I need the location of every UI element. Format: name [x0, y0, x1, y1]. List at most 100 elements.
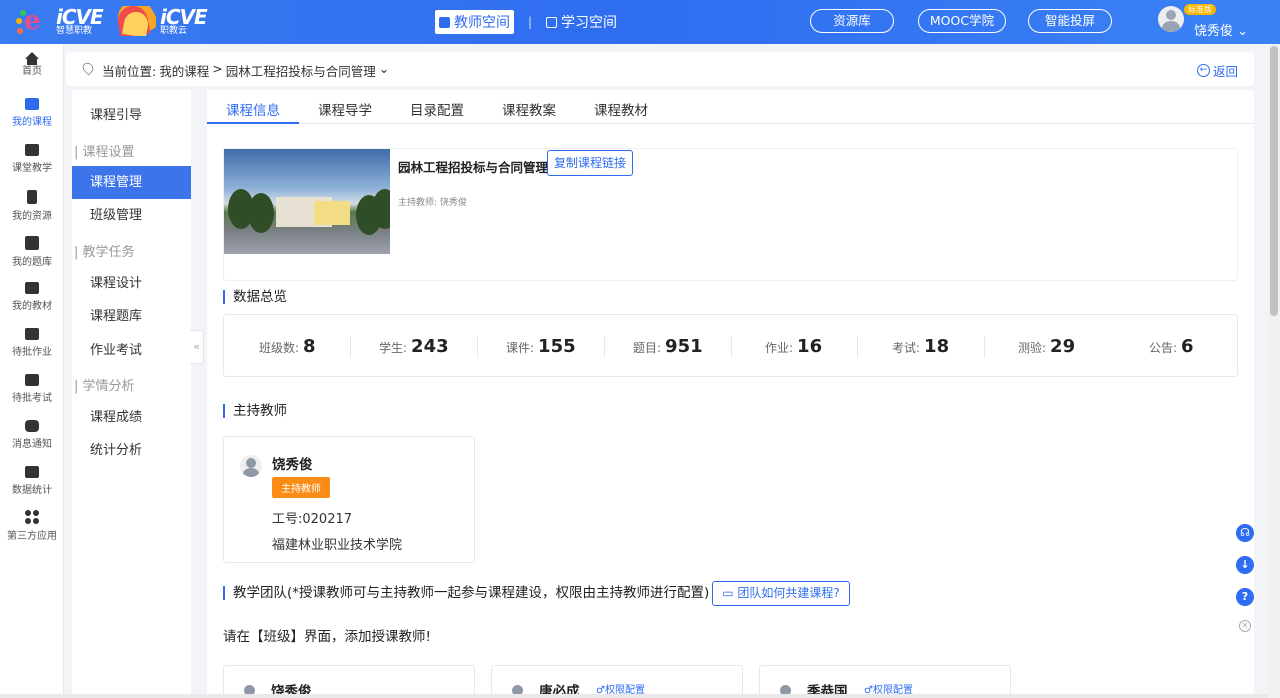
study-space-label: 学习空间 — [561, 15, 618, 31]
stat-quizzes: 测验: 29 — [1018, 336, 1075, 357]
stat-coursewares: 课件: 155 — [506, 336, 576, 357]
stat-exams-value: 18 — [924, 336, 950, 357]
tab-bar: 课程信息 课程导学 目录配置 课程教案 课程教材 — [207, 90, 1254, 124]
menu-class-manage[interactable]: 班级管理 — [72, 199, 191, 232]
study-space-icon — [546, 16, 558, 28]
fan-logo-mark — [116, 6, 156, 36]
stat-students-value: 243 — [411, 336, 449, 357]
apps-icon — [25, 510, 39, 524]
tab-textbooks[interactable]: 课程教材 — [594, 99, 648, 119]
close-icon[interactable]: ✕ — [1239, 620, 1251, 632]
chevron-down-icon[interactable]: ⌄ — [379, 61, 389, 80]
stat-exams: 考试: 18 — [892, 336, 949, 357]
menu-group-analysis-label: 学情分析 — [82, 379, 135, 394]
menu-grades[interactable]: 课程成绩 — [72, 401, 191, 434]
mooc-button[interactable]: MOOC学院 — [918, 9, 1006, 33]
nav-home-label: 首页 — [22, 66, 42, 77]
overview-title: 数据总览 — [223, 290, 287, 304]
back-button[interactable]: ← 返回 — [1196, 61, 1238, 80]
logo2-sub: 职教云 — [160, 25, 188, 36]
vip-badge: 标准版 — [1184, 4, 1216, 15]
nav-exams-label: 待批考试 — [12, 393, 52, 404]
homework-icon — [25, 328, 39, 340]
stat-classes-value: 8 — [303, 336, 316, 357]
nav-stats[interactable]: 数据统计 — [0, 466, 64, 496]
zjy-logo[interactable]: iCVE 职教云 — [116, 4, 208, 36]
team-hint: 请在【班级】界面，添加授课教师! — [223, 629, 431, 645]
float-toolbar: ☊ ↓ ? ✕ — [1236, 524, 1254, 632]
resource-library-button[interactable]: 资源库 — [810, 9, 894, 33]
top-bar: e iCVE 智慧职教 iCVE 职教云 教师空间 | 学习空间 资源库 MOO… — [0, 0, 1280, 44]
user-menu[interactable]: 饶秀俊 ⌄ — [1194, 20, 1248, 39]
nav-resources[interactable]: 我的资源 — [0, 190, 64, 222]
headset-icon[interactable]: ☊ — [1236, 524, 1254, 542]
icve-logo-mark: e — [14, 6, 52, 36]
menu-course-bank[interactable]: 课程题库 — [72, 300, 191, 333]
stat-students: 学生: 243 — [379, 336, 449, 357]
stats-panel: 班级数: 8 学生: 243 课件: 155 题目: 951 作业: 16 考试: 18 测… — [223, 314, 1238, 377]
tab-catalog-config[interactable]: 目录配置 — [410, 99, 464, 119]
scrollbar-thumb[interactable] — [1270, 46, 1278, 316]
breadcrumb-course[interactable]: 园林工程招投标与合同管理 — [226, 61, 376, 80]
teacher-space-button[interactable]: 教师空间 — [435, 10, 514, 34]
help-icon[interactable]: ? — [1236, 588, 1254, 606]
breadcrumb-my-courses[interactable]: 我的课程 — [159, 61, 209, 80]
smart-cast-button[interactable]: 智能投屏 — [1028, 9, 1112, 33]
nav-question-bank[interactable]: 我的题库 — [0, 236, 64, 268]
logo2-brand: iCVE — [160, 4, 208, 29]
nav-homework-label: 待批作业 — [12, 347, 52, 358]
tab-lesson-plans[interactable]: 课程教案 — [502, 99, 556, 119]
stat-notices-label: 公告: — [1149, 341, 1178, 355]
tab-underline — [207, 122, 299, 124]
video-icon: ▭ — [722, 586, 734, 600]
icve-logo[interactable]: e iCVE 智慧职教 — [14, 6, 104, 36]
host-teacher-title: 主持教师 — [223, 404, 287, 418]
nav-homework[interactable]: 待批作业 — [0, 328, 64, 358]
user-avatar[interactable] — [1158, 6, 1184, 32]
menu-group-teaching-tasks: | 教学任务 — [74, 245, 135, 260]
copy-course-link-button[interactable]: 复制课程链接 — [547, 150, 633, 176]
team-howto-button[interactable]: ▭ 团队如何共建课程? — [712, 581, 850, 606]
menu-analytics[interactable]: 统计分析 — [72, 434, 191, 467]
vertical-scrollbar[interactable] — [1268, 44, 1280, 698]
menu-group-teaching-tasks-label: 教学任务 — [82, 245, 135, 260]
tab-course-guide[interactable]: 课程导学 — [318, 99, 372, 119]
nav-stats-label: 数据统计 — [12, 485, 52, 496]
nav-my-courses[interactable]: 我的课程 — [0, 98, 64, 128]
course-host-teacher: 主持教师: 饶秀俊 — [398, 198, 467, 208]
back-label: 返回 — [1212, 64, 1238, 79]
textbook-icon — [25, 282, 39, 294]
menu-course-design[interactable]: 课程设计 — [72, 267, 191, 300]
study-space-link[interactable]: 学习空间 — [546, 12, 617, 32]
logo1-sub: 智慧职教 — [56, 25, 93, 36]
left-nav: 首页 我的课程 课堂教学 我的资源 我的题库 我的教材 待批作业 待批考试 消息… — [0, 44, 64, 698]
play-icon — [25, 144, 39, 156]
stat-homework-value: 16 — [797, 336, 823, 357]
nav-exams[interactable]: 待批考试 — [0, 374, 64, 404]
stat-coursewares-value: 155 — [538, 336, 576, 357]
menu-course-manage[interactable]: 课程管理 — [72, 166, 191, 199]
resource-icon — [27, 190, 37, 204]
stat-homework-label: 作业: — [765, 341, 794, 355]
horizontal-scrollbar[interactable] — [0, 694, 1268, 698]
stat-coursewares-label: 课件: — [506, 341, 535, 355]
nav-home[interactable]: 首页 — [0, 52, 64, 77]
collapse-menu-button[interactable]: « — [190, 330, 204, 364]
nav-apps-label: 第三方应用 — [7, 531, 57, 542]
nav-textbooks[interactable]: 我的教材 — [0, 282, 64, 312]
tab-course-info[interactable]: 课程信息 — [226, 99, 280, 119]
nav-messages[interactable]: 消息通知 — [0, 420, 64, 450]
download-icon[interactable]: ↓ — [1236, 556, 1254, 574]
nav-textbooks-label: 我的教材 — [12, 301, 52, 312]
nav-classroom-label: 课堂教学 — [12, 163, 52, 174]
stat-quizzes-label: 测验: — [1018, 341, 1047, 355]
back-arrow-icon: ← — [1196, 64, 1210, 77]
menu-course-guide[interactable]: 课程引导 — [72, 99, 191, 132]
nav-classroom[interactable]: 课堂教学 — [0, 144, 64, 174]
course-side-menu: 课程引导 | 课程设置 课程管理 班级管理 | 教学任务 课程设计 课程题库 作… — [72, 90, 191, 698]
course-title: 园林工程招投标与合同管理 — [398, 160, 549, 175]
team-howto-label: 团队如何共建课程? — [737, 586, 840, 600]
nav-third-party-apps[interactable]: 第三方应用 — [0, 510, 64, 542]
double-chevron-left-icon: « — [193, 340, 200, 353]
menu-homework-exam[interactable]: 作业考试 — [72, 334, 191, 367]
